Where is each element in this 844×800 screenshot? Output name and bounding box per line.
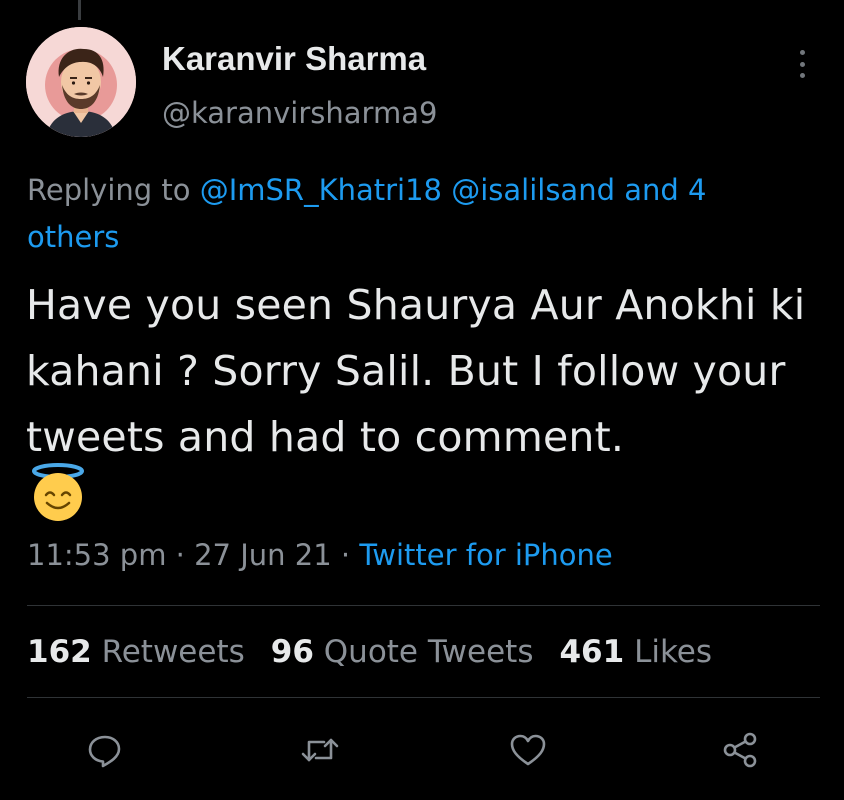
likes-stat[interactable]: 461 Likes	[559, 634, 712, 670]
more-options-icon[interactable]	[796, 50, 808, 78]
avatar[interactable]	[26, 27, 136, 137]
author-name[interactable]: Karanvir Sharma	[162, 40, 426, 78]
retweets-stat[interactable]: 162 Retweets	[27, 634, 245, 670]
tweet-source-link[interactable]: Twitter for iPhone	[359, 538, 612, 572]
quote-tweets-count: 96	[270, 634, 314, 670]
engagement-stats: 162 Retweets 96 Quote Tweets 461 Likes	[27, 634, 712, 670]
action-bar	[0, 720, 844, 780]
quote-tweets-label: Quote Tweets	[323, 634, 534, 670]
like-button[interactable]	[508, 730, 548, 770]
like-icon	[510, 734, 546, 766]
reply-icon	[88, 735, 121, 768]
meta-separator: ·	[340, 538, 351, 572]
avatar-illustration	[26, 27, 136, 137]
more-dot	[799, 73, 805, 78]
replying-to: Replying to @ImSR_Khatri18 @isalilsand a…	[27, 167, 807, 261]
meta-separator: ·	[175, 538, 185, 572]
tweet-meta: 11:53 pm · 27 Jun 21 · Twitter for iPhon…	[27, 538, 613, 572]
share-button[interactable]	[720, 730, 760, 770]
more-dot	[799, 50, 805, 55]
author-handle[interactable]: @karanvirsharma9	[162, 96, 437, 130]
smiling-face-with-halo-icon	[32, 463, 84, 521]
mention-link[interactable]: @ImSR_Khatri18	[200, 173, 442, 207]
divider	[27, 605, 820, 606]
reply-button[interactable]	[85, 730, 125, 770]
likes-count: 461	[559, 634, 625, 670]
tweet-time[interactable]: 11:53 pm	[27, 538, 166, 572]
likes-label: Likes	[634, 634, 713, 670]
retweet-button[interactable]	[300, 730, 340, 770]
tweet-text: Have you seen Shaurya Aur Anokhi ki kaha…	[26, 281, 806, 461]
thread-connector-line	[78, 0, 81, 20]
replying-prefix: Replying to	[27, 173, 191, 207]
mention-link[interactable]: @isalilsand	[451, 173, 615, 207]
share-icon	[723, 732, 757, 768]
divider	[27, 697, 820, 698]
retweets-label: Retweets	[101, 634, 245, 670]
retweet-icon	[301, 738, 339, 762]
quote-tweets-stat[interactable]: 96 Quote Tweets	[271, 634, 534, 670]
retweets-count: 162	[27, 634, 92, 670]
more-dot	[799, 61, 805, 67]
tweet-date[interactable]: 27 Jun 21	[194, 538, 332, 572]
